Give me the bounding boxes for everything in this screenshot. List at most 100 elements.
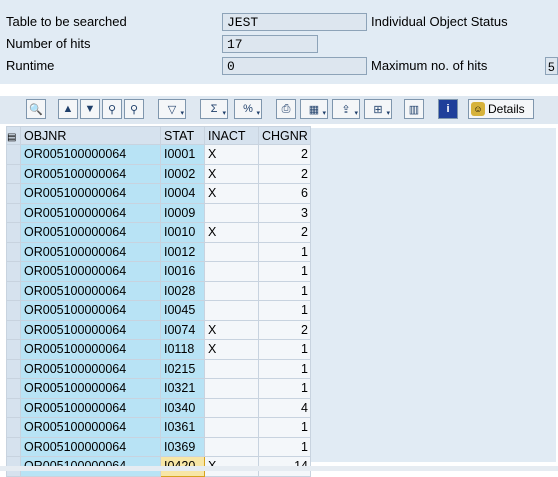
cell-chgnr: 4 [258,397,311,418]
binoculars-icon: ⚲ [107,103,117,116]
row-selector[interactable] [6,163,21,184]
table-row[interactable]: OR005100000064 I0010 X 2 [6,222,311,243]
cell-inact [204,358,259,379]
column-header-inact[interactable]: INACT [204,126,259,145]
grid-empty-area [298,128,556,462]
cell-stat: I0016 [160,261,205,282]
row-selector[interactable] [6,241,21,262]
cell-chgnr: 2 [258,319,311,340]
info-icon: i [446,103,450,115]
row-selector[interactable] [6,436,21,457]
dropdown-arrow-icon: ▾ [322,110,326,117]
cell-chgnr: 2 [258,222,311,243]
cell-inact [204,417,259,438]
information-button[interactable]: i [438,99,458,119]
table-row[interactable]: OR005100000064 I0002 X 2 [6,163,311,184]
table-row[interactable]: OR005100000064 I0016 1 [6,261,311,282]
column-header-objnr[interactable]: OBJNR [20,126,161,145]
table-row[interactable]: OR005100000064 I0004 X 6 [6,183,311,204]
sum-icon: Σ [210,103,218,115]
filter-icon: ▽ [167,103,177,116]
table-row[interactable]: OR005100000064 I0369 1 [6,436,311,457]
cell-inact [204,397,259,418]
select-all-cell[interactable]: ▤ [6,126,21,145]
row-selector[interactable] [6,144,21,165]
cell-inact [204,300,259,321]
cell-inact: X [204,144,259,165]
details-view-button[interactable]: 🔍 [26,99,46,119]
hits-field[interactable]: 17 [222,35,318,53]
subtotal-button[interactable]: % ▾ [234,99,262,119]
row-selector[interactable] [6,378,21,399]
cell-inact [204,241,259,262]
table-row[interactable]: OR005100000064 I0009 3 [6,202,311,223]
layout-button[interactable]: ⊞ ▾ [364,99,392,119]
table-field[interactable]: JEST [222,13,367,31]
cell-stat: I0340 [160,397,205,418]
table-row[interactable]: OR005100000064 I0045 1 [6,300,311,321]
cell-chgnr: 3 [258,202,311,223]
row-selector[interactable] [6,183,21,204]
cell-objnr: OR005100000064 [20,319,161,340]
dropdown-arrow-icon: ▾ [386,110,390,117]
details-button[interactable]: ☺ Details [468,99,534,119]
cell-stat: I0002 [160,163,205,184]
row-selector[interactable] [6,417,21,438]
cell-objnr: OR005100000064 [20,261,161,282]
cell-objnr: OR005100000064 [20,339,161,360]
table-row[interactable]: OR005100000064 I0074 X 2 [6,319,311,340]
cell-inact: X [204,222,259,243]
cell-chgnr: 1 [258,358,311,379]
maxhits-field[interactable]: 5 [545,57,558,75]
sort-ascending-button[interactable]: ▲ [58,99,78,119]
find-button[interactable]: ⚲ [102,99,122,119]
row-selector[interactable] [6,280,21,301]
cell-stat: I0215 [160,358,205,379]
table-row[interactable]: OR005100000064 I0321 1 [6,378,311,399]
set-filter-button[interactable]: ▽ ▾ [158,99,186,119]
layout-grid-icon: ⊞ [373,103,383,116]
row-selector[interactable] [6,222,21,243]
cell-chgnr: 1 [258,436,311,457]
cell-chgnr: 6 [258,183,311,204]
cell-stat: I0001 [160,144,205,165]
table-row[interactable]: OR005100000064 I0012 1 [6,241,311,262]
cell-objnr: OR005100000064 [20,241,161,262]
subtotal-icon: % [243,103,253,115]
table-row[interactable]: OR005100000064 I0340 4 [6,397,311,418]
row-selector[interactable] [6,261,21,282]
row-selector[interactable] [6,319,21,340]
row-selector[interactable] [6,339,21,360]
table-row[interactable]: OR005100000064 I0215 1 [6,358,311,379]
cell-stat: I0369 [160,436,205,457]
export-icon: ⇪ [341,103,351,116]
details-label: Details [488,102,525,116]
runtime-field[interactable]: 0 [222,57,367,75]
cell-stat: I0321 [160,378,205,399]
find-next-button[interactable]: ⚲ [124,99,144,119]
export-button[interactable]: ⇪ ▾ [332,99,360,119]
column-header-stat[interactable]: STAT [160,126,205,145]
graphic-button[interactable]: ▥ [404,99,424,119]
cell-objnr: OR005100000064 [20,397,161,418]
cell-stat: I0074 [160,319,205,340]
cell-chgnr: 2 [258,144,311,165]
cell-inact: X [204,339,259,360]
row-selector[interactable] [6,202,21,223]
table-row[interactable]: OR005100000064 I0028 1 [6,280,311,301]
sort-descending-button[interactable]: ▼ [80,99,100,119]
table-row[interactable]: OR005100000064 I0001 X 2 [6,144,311,165]
views-button[interactable]: ▦ ▾ [300,99,328,119]
column-header-chgnr[interactable]: CHGNR [258,126,311,145]
runtime-label: Runtime [6,58,55,73]
row-selector[interactable] [6,300,21,321]
row-selector[interactable] [6,397,21,418]
table-row[interactable]: OR005100000064 I0118 X 1 [6,339,311,360]
cell-stat: I0012 [160,241,205,262]
print-button[interactable]: ⎙ [276,99,296,119]
table-row[interactable]: OR005100000064 I0361 1 [6,417,311,438]
total-button[interactable]: Σ ▾ [200,99,228,119]
row-selector[interactable] [6,358,21,379]
cell-chgnr: 1 [258,241,311,262]
table-description: Individual Object Status [371,14,508,29]
